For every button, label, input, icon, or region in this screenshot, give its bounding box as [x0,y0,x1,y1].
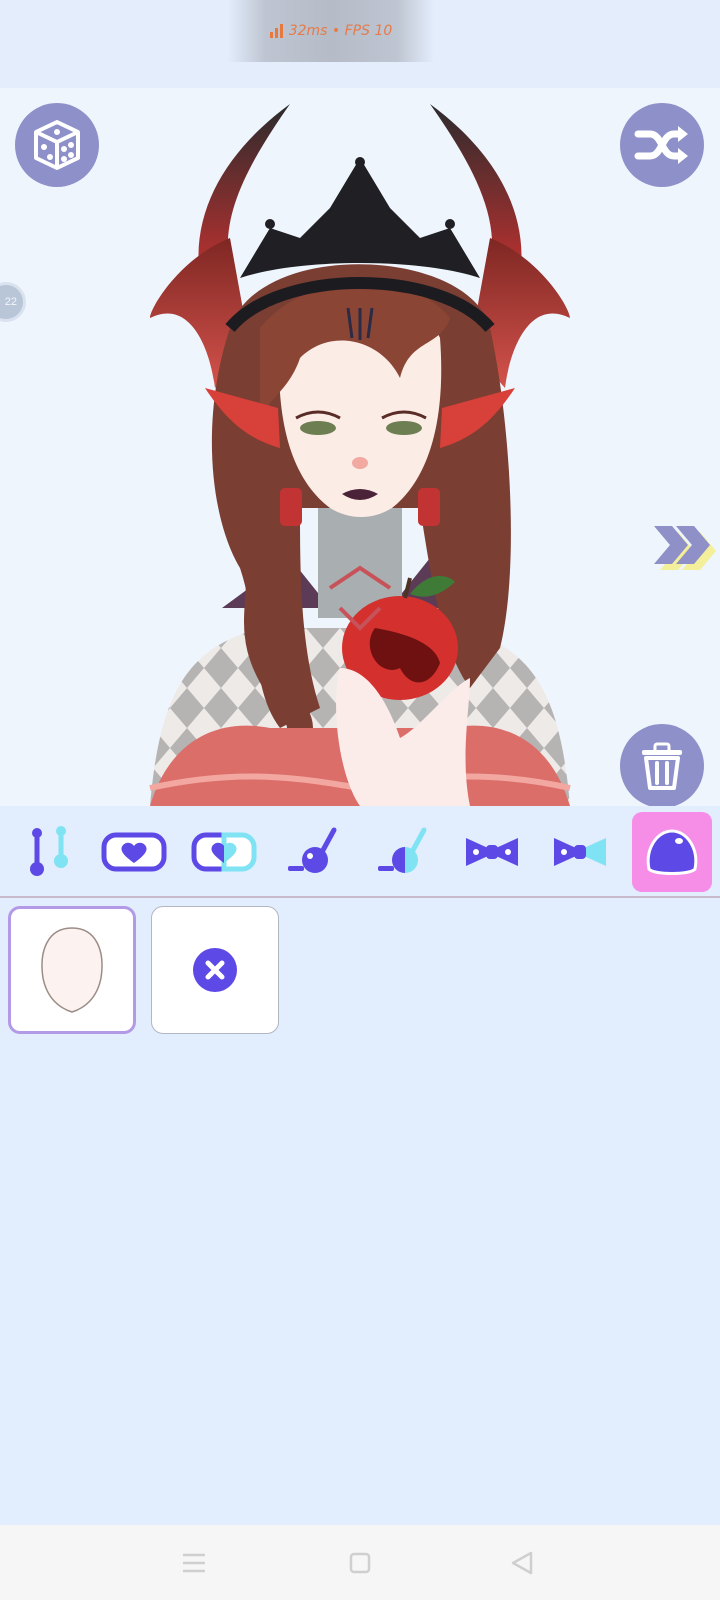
sticks-icon [30,826,68,876]
nav-back-button[interactable] [504,1545,540,1581]
nav-home-button[interactable] [342,1545,378,1581]
close-icon [193,948,237,992]
system-nav-bar [0,1525,720,1600]
character-stage: 22 [0,88,720,806]
tab-bow[interactable] [452,812,532,892]
orb-wand-icon [288,827,337,873]
randomize-dice-button[interactable] [15,103,99,187]
bow-alt-icon [554,838,606,866]
perf-text: 32ms • FPS 10 [288,23,393,39]
heart-badge-icon [101,832,167,872]
character-illustration [149,104,571,806]
tab-heart-badge-alt[interactable] [184,812,264,892]
option-none[interactable] [151,906,279,1034]
face-shape-icon [41,927,103,1013]
dice-icon [34,120,80,170]
tab-sticks[interactable] [8,812,88,892]
shuffle-button[interactable] [620,103,704,187]
blob-icon [646,829,698,875]
option-face-shape[interactable] [8,906,136,1034]
tab-heart-badge[interactable] [94,812,174,892]
orb-wand-alt-icon [378,827,427,873]
trash-icon [642,742,682,790]
menu-icon [183,1553,205,1573]
perf-overlay: 32ms • FPS 10 [228,0,434,62]
double-chevron-right-icon[interactable] [650,522,716,572]
nav-menu-button[interactable] [176,1545,212,1581]
tab-orb-wand[interactable] [272,812,352,892]
heart-badge-alt-icon [191,832,257,872]
home-square-icon [349,1552,371,1574]
delete-button[interactable] [620,724,704,806]
status-bar: 32ms • FPS 10 [0,0,720,88]
signal-icon [269,24,283,38]
tab-bow-alt[interactable] [540,812,620,892]
back-triangle-icon [511,1551,533,1575]
tab-orb-wand-alt[interactable] [362,812,442,892]
shuffle-icon [634,126,688,164]
category-toolbar [0,806,720,898]
bow-icon [466,838,518,866]
tab-blob[interactable] [632,812,712,892]
